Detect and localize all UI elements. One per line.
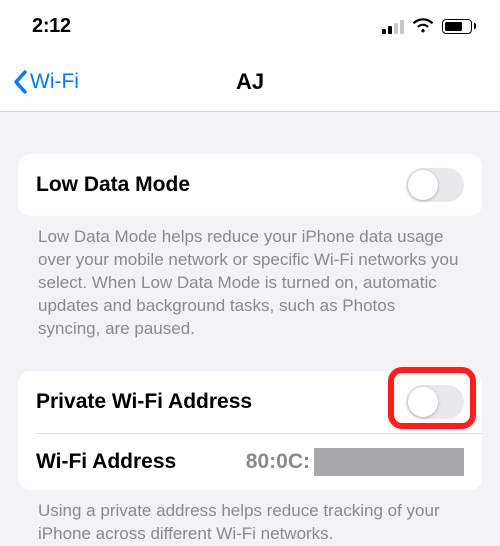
navigation-bar: Wi-Fi AJ (0, 52, 500, 112)
wifi-address-value: 80:0C: (246, 448, 464, 476)
page-title: AJ (236, 69, 264, 95)
low-data-mode-toggle[interactable] (406, 168, 464, 202)
private-address-footer: Using a private address helps reduce tra… (18, 490, 482, 546)
toggle-knob (408, 170, 438, 200)
chevron-left-icon (12, 70, 28, 94)
status-icons (382, 18, 476, 34)
row-low-data-mode[interactable]: Low Data Mode (18, 154, 482, 216)
cellular-signal-icon (382, 19, 404, 34)
wifi-icon (412, 18, 434, 34)
back-button[interactable]: Wi-Fi (12, 70, 79, 94)
row-label: Wi-Fi Address (36, 450, 176, 474)
back-label: Wi-Fi (30, 70, 79, 94)
row-wifi-address: Wi-Fi Address 80:0C: (36, 433, 482, 490)
settings-content: Low Data Mode Low Data Mode helps reduce… (0, 154, 500, 546)
section-low-data-mode: Low Data Mode (18, 154, 482, 216)
status-time: 2:12 (32, 15, 71, 38)
row-label: Private Wi-Fi Address (36, 390, 252, 414)
private-wifi-address-toggle[interactable] (406, 385, 464, 419)
row-private-wifi-address[interactable]: Private Wi-Fi Address (18, 371, 482, 433)
toggle-knob (408, 387, 438, 417)
row-label: Low Data Mode (36, 173, 190, 197)
status-bar: 2:12 (0, 0, 500, 52)
low-data-mode-footer: Low Data Mode helps reduce your iPhone d… (18, 216, 482, 341)
redacted-block (314, 448, 464, 476)
section-wifi-address: Private Wi-Fi Address Wi-Fi Address 80:0… (18, 371, 482, 490)
wifi-address-prefix: 80:0C: (246, 450, 310, 474)
battery-icon (442, 19, 476, 34)
